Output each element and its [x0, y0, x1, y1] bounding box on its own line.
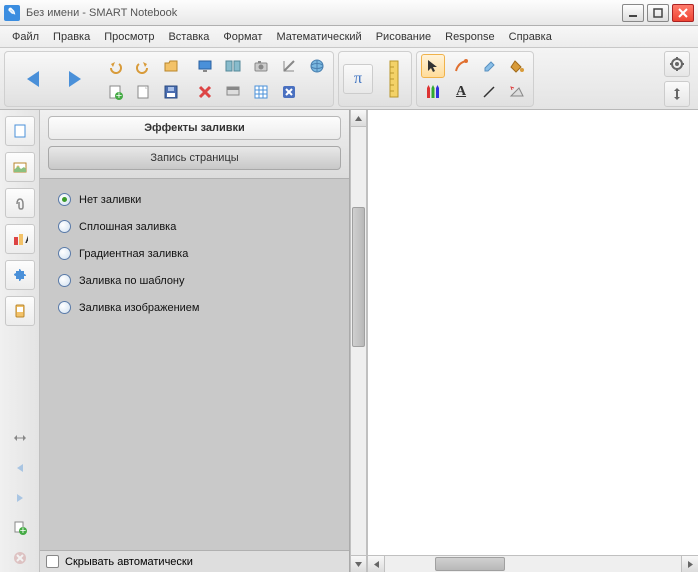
- svg-text:+: +: [116, 90, 122, 100]
- pi-icon: π: [354, 70, 362, 88]
- minimize-button[interactable]: [622, 4, 644, 22]
- close-button[interactable]: [672, 4, 694, 22]
- scroll-left-button[interactable]: [368, 556, 385, 572]
- tab-attachments[interactable]: [5, 188, 35, 218]
- panel-footer: Скрывать автоматически: [40, 550, 349, 572]
- panel-subtitle-page-recording[interactable]: Запись страницы: [48, 146, 341, 170]
- eraser-button[interactable]: [477, 54, 501, 78]
- new-file-button[interactable]: [131, 80, 155, 104]
- fill-option-solid[interactable]: Сплошная заливка: [58, 220, 331, 233]
- settings-button[interactable]: [664, 51, 690, 77]
- fill-options-group: Нет заливки Сплошная заливка Градиентная…: [40, 179, 349, 550]
- globe-button[interactable]: [305, 54, 329, 78]
- radio-icon: [58, 220, 71, 233]
- menu-math[interactable]: Математический: [270, 29, 367, 45]
- table-button[interactable]: [249, 80, 273, 104]
- fill-tool-button[interactable]: [505, 54, 529, 78]
- cancel-tool-button[interactable]: [277, 80, 301, 104]
- undo-button[interactable]: [103, 54, 127, 78]
- menu-insert[interactable]: Вставка: [162, 29, 215, 45]
- prev-page-mini-button[interactable]: [10, 458, 30, 478]
- add-page-button[interactable]: +: [103, 80, 127, 104]
- tab-addons[interactable]: [5, 260, 35, 290]
- fill-option-label: Нет заливки: [79, 194, 141, 206]
- move-toolbar-button[interactable]: [664, 81, 690, 107]
- menu-format[interactable]: Формат: [217, 29, 268, 45]
- fill-option-pattern[interactable]: Заливка по шаблону: [58, 274, 331, 287]
- radio-icon: [58, 247, 71, 260]
- scroll-right-button[interactable]: [681, 556, 698, 572]
- monitor-button[interactable]: [193, 54, 217, 78]
- properties-panel: Эффекты заливки Запись страницы Нет зали…: [40, 110, 350, 572]
- shapes-button[interactable]: [505, 80, 529, 104]
- side-tab-strip: A +: [0, 110, 40, 572]
- radio-icon: [58, 301, 71, 314]
- panel-title-fill-effects[interactable]: Эффекты заливки: [48, 116, 341, 140]
- select-tool-button[interactable]: [421, 54, 445, 78]
- menu-edit[interactable]: Правка: [47, 29, 96, 45]
- line-tool-button[interactable]: [477, 80, 501, 104]
- tab-page-sorter[interactable]: [5, 116, 35, 146]
- fill-option-none[interactable]: Нет заливки: [58, 193, 331, 206]
- autohide-checkbox[interactable]: [46, 555, 59, 568]
- app-icon: ✎: [4, 5, 20, 21]
- text-tool-button[interactable]: A: [449, 80, 473, 104]
- menu-view[interactable]: Просмотр: [98, 29, 160, 45]
- fill-option-image[interactable]: Заливка изображением: [58, 301, 331, 314]
- horizontal-scrollbar[interactable]: [368, 555, 698, 572]
- toolbar: + π: [0, 48, 698, 110]
- fill-option-label: Заливка изображением: [79, 302, 200, 314]
- text-icon: A: [456, 84, 466, 100]
- window-title: Без имени - SMART Notebook: [26, 7, 619, 19]
- save-button[interactable]: [159, 80, 183, 104]
- camera-button[interactable]: [249, 54, 273, 78]
- redo-button[interactable]: [131, 54, 155, 78]
- menu-response[interactable]: Response: [439, 29, 501, 45]
- svg-text:A: A: [25, 234, 28, 246]
- menu-bar: Файл Правка Просмотр Вставка Формат Мате…: [0, 26, 698, 48]
- delete-page-mini-button[interactable]: [10, 548, 30, 568]
- menu-help[interactable]: Справка: [503, 29, 558, 45]
- creative-pen-button[interactable]: [449, 54, 473, 78]
- nav-back-button[interactable]: [15, 61, 51, 97]
- autohide-label: Скрывать автоматически: [65, 556, 193, 568]
- fill-option-label: Градиентная заливка: [79, 248, 188, 260]
- collapse-panel-button[interactable]: [10, 428, 30, 448]
- hscroll-track[interactable]: [385, 556, 681, 572]
- pens-button[interactable]: [421, 80, 445, 104]
- page-canvas[interactable]: [368, 110, 698, 555]
- fill-option-label: Сплошная заливка: [79, 221, 176, 233]
- ruler-button[interactable]: [381, 56, 407, 102]
- vertical-scrollbar[interactable]: [350, 110, 367, 572]
- maximize-button[interactable]: [647, 4, 669, 22]
- measure-tool-button[interactable]: [277, 54, 301, 78]
- fill-option-gradient[interactable]: Градиентная заливка: [58, 247, 331, 260]
- screen-shade-button[interactable]: [221, 80, 245, 104]
- title-bar: ✎ Без имени - SMART Notebook: [0, 0, 698, 26]
- menu-draw[interactable]: Рисование: [370, 29, 437, 45]
- math-pi-button[interactable]: π: [343, 64, 373, 94]
- dual-page-button[interactable]: [221, 54, 245, 78]
- add-page-mini-button[interactable]: +: [10, 518, 30, 538]
- canvas-area: [367, 110, 698, 572]
- radio-icon: [58, 274, 71, 287]
- hscroll-thumb[interactable]: [435, 557, 505, 571]
- fill-option-label: Заливка по шаблону: [79, 275, 185, 287]
- scroll-down-button[interactable]: [351, 555, 366, 572]
- tab-properties[interactable]: A: [5, 224, 35, 254]
- main-area: A + Эффекты заливки Запись страницы Нет …: [0, 110, 698, 572]
- scroll-thumb[interactable]: [352, 207, 365, 347]
- next-page-mini-button[interactable]: [10, 488, 30, 508]
- radio-icon: [58, 193, 71, 206]
- nav-forward-button[interactable]: [57, 61, 93, 97]
- open-folder-button[interactable]: [159, 54, 183, 78]
- svg-text:+: +: [19, 525, 25, 536]
- tab-gallery[interactable]: [5, 152, 35, 182]
- menu-file[interactable]: Файл: [6, 29, 45, 45]
- scroll-up-button[interactable]: [351, 110, 366, 127]
- scroll-track[interactable]: [351, 127, 366, 555]
- tab-activity[interactable]: [5, 296, 35, 326]
- delete-button[interactable]: [193, 80, 217, 104]
